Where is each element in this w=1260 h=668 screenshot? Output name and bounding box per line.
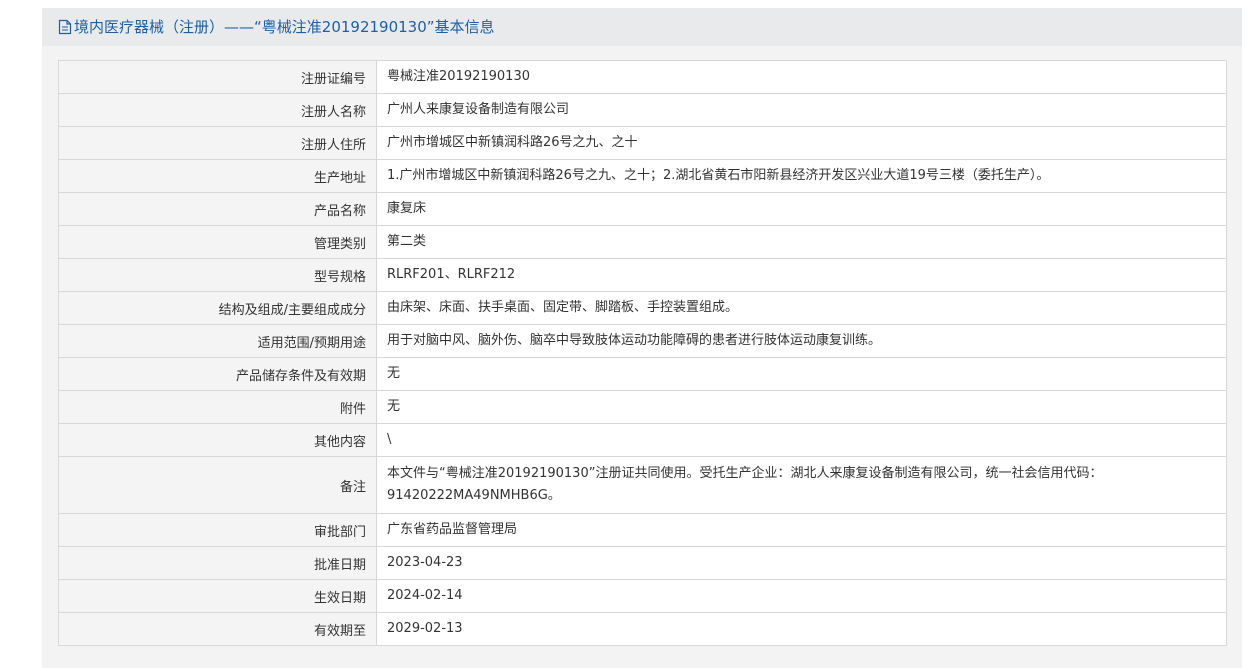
- table-row: 生效日期 2024-02-14: [58, 579, 1227, 613]
- row-value: RLRF201、RLRF212: [376, 258, 1227, 292]
- table-row: 审批部门 广东省药品监督管理局: [58, 513, 1227, 547]
- row-label: 生产地址: [58, 159, 377, 193]
- row-value: 2023-04-23: [376, 546, 1227, 580]
- row-value: 无: [376, 390, 1227, 424]
- table-row: 其他内容 \: [58, 423, 1227, 457]
- table-row: 结构及组成/主要组成成分 由床架、床面、扶手桌面、固定带、脚踏板、手控装置组成。: [58, 291, 1227, 325]
- detail-panel: 境内医疗器械（注册）——“粤械注准20192190130”基本信息 注册证编号粤…: [42, 8, 1242, 668]
- table-row: 产品储存条件及有效期无: [58, 357, 1227, 391]
- row-label: 注册证编号: [58, 60, 377, 94]
- row-label: 其他内容: [58, 423, 377, 457]
- row-value: 康复床: [376, 192, 1227, 226]
- info-table: 注册证编号 粤械注准20192190130 注册人名称 广州人来康复设备制造有限公司注…: [58, 60, 1227, 646]
- row-label: 批准日期: [58, 546, 377, 580]
- row-label: 附件: [58, 390, 377, 424]
- row-value: 第二类: [376, 225, 1227, 259]
- page-title: 境内医疗器械（注册）——“粤械注准20192190130”基本信息: [74, 18, 495, 36]
- row-label: 注册人住所: [58, 126, 377, 160]
- row-label: 产品名称: [58, 192, 377, 226]
- table-row: 产品名称 康复床: [58, 192, 1227, 226]
- row-value: 用于对脑中风、脑外伤、脑卒中导致肢体运动功能障碍的患者进行肢体运动康复训练。: [376, 324, 1227, 358]
- row-label: 注册人名称: [58, 93, 377, 127]
- row-value: 广东省药品监督管理局: [376, 513, 1227, 547]
- row-value: 广州人来康复设备制造有限公司: [376, 93, 1227, 127]
- row-value: 粤械注准20192190130: [376, 60, 1227, 94]
- row-label: 生效日期: [58, 579, 377, 613]
- table-row: 有效期至 2029-02-13: [58, 612, 1227, 646]
- table-row: 注册人名称 广州人来康复设备制造有限公司: [58, 93, 1227, 127]
- panel-header: 境内医疗器械（注册）——“粤械注准20192190130”基本信息: [42, 8, 1242, 46]
- table-row: 生产地址 1.广州市增城区中新镇润科路26号之九、之十；2.湖北省黄石市阳新县经济…: [58, 159, 1227, 193]
- table-row: 批准日期 2023-04-23: [58, 546, 1227, 580]
- table-row: 适用范围/预期用途 用于对脑中风、脑外伤、脑卒中导致肢体运动功能障碍的患者进行肢体…: [58, 324, 1227, 358]
- row-value: 无: [376, 357, 1227, 391]
- row-value: \: [376, 423, 1227, 457]
- row-value: 本文件与“粤械注准20192190130”注册证共同使用。受托生产企业：湖北人来…: [376, 456, 1227, 514]
- row-label: 结构及组成/主要组成成分: [58, 291, 377, 325]
- row-label: 适用范围/预期用途: [58, 324, 377, 358]
- row-label: 型号规格: [58, 258, 377, 292]
- document-icon: [58, 19, 72, 35]
- info-table-wrapper: 注册证编号 粤械注准20192190130 注册人名称 广州人来康复设备制造有限公司注…: [58, 60, 1227, 646]
- table-row: 备注 本文件与“粤械注准20192190130”注册证共同使用。受托生产企业：湖北…: [58, 456, 1227, 514]
- row-value: 由床架、床面、扶手桌面、固定带、脚踏板、手控装置组成。: [376, 291, 1227, 325]
- row-value: 2029-02-13: [376, 612, 1227, 646]
- row-label: 管理类别: [58, 225, 377, 259]
- table-row: 注册证编号 粤械注准20192190130: [58, 60, 1227, 94]
- table-row: 附件无: [58, 390, 1227, 424]
- row-label: 备注: [58, 456, 377, 514]
- table-row: 型号规格 RLRF201、RLRF212: [58, 258, 1227, 292]
- table-row: 管理类别 第二类: [58, 225, 1227, 259]
- row-value: 1.广州市增城区中新镇润科路26号之九、之十；2.湖北省黄石市阳新县经济开发区兴…: [376, 159, 1227, 193]
- row-label: 有效期至: [58, 612, 377, 646]
- info-table-body: 注册证编号 粤械注准20192190130 注册人名称 广州人来康复设备制造有限公司注…: [58, 60, 1227, 646]
- row-label: 产品储存条件及有效期: [58, 357, 377, 391]
- row-label: 审批部门: [58, 513, 377, 547]
- table-row: 注册人住所 广州市增城区中新镇润科路26号之九、之十: [58, 126, 1227, 160]
- row-value: 2024-02-14: [376, 579, 1227, 613]
- row-value: 广州市增城区中新镇润科路26号之九、之十: [376, 126, 1227, 160]
